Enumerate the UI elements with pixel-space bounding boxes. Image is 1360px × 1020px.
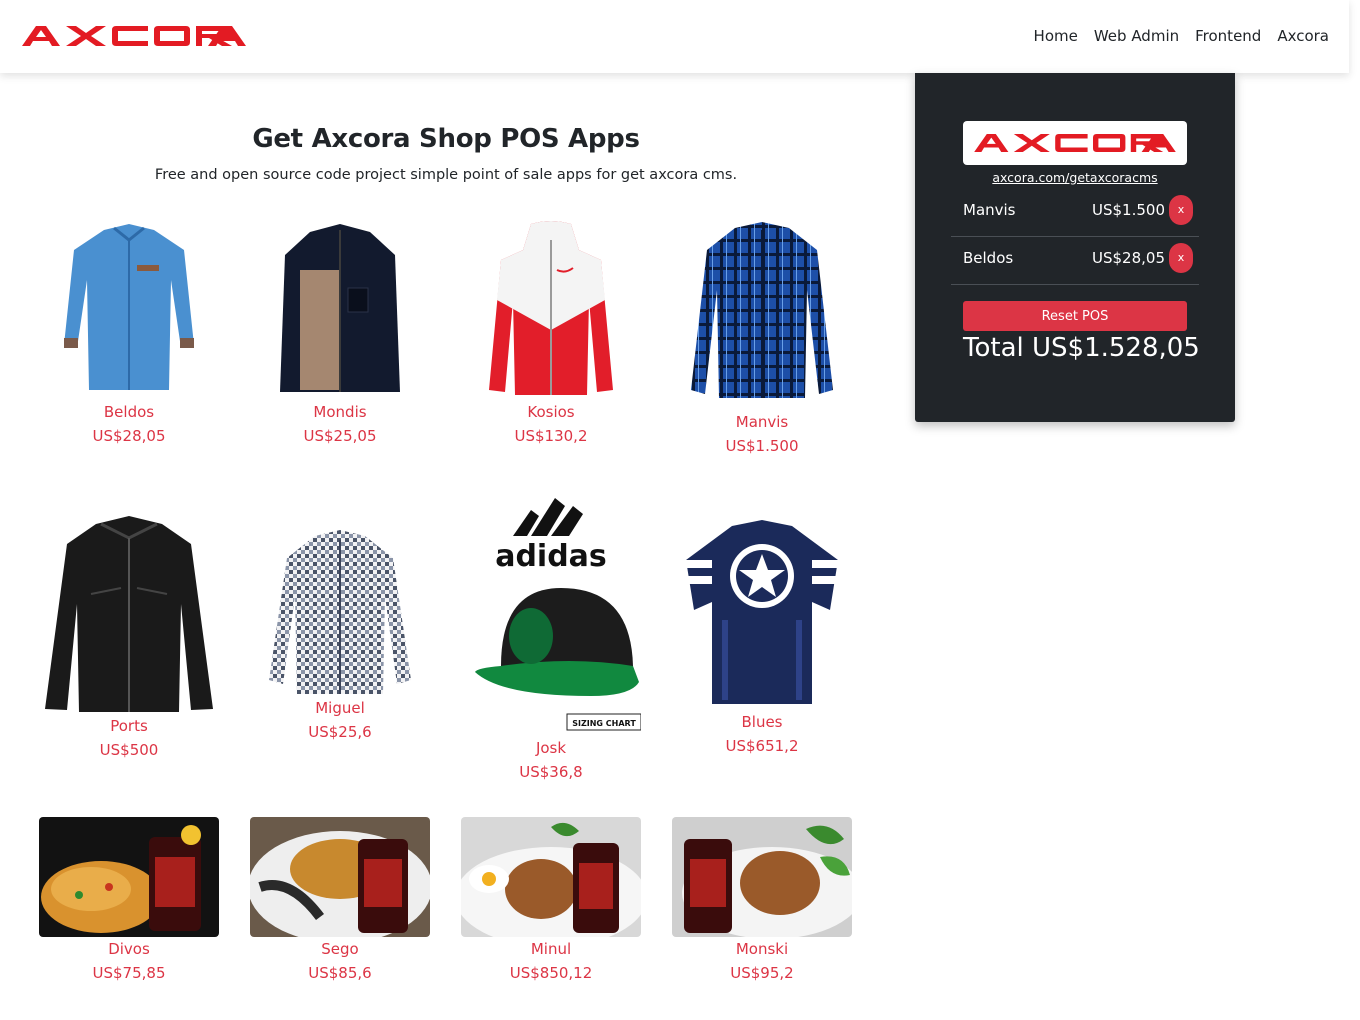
fried-rice-cola-image xyxy=(39,817,219,937)
product-name: Miguel xyxy=(315,699,365,717)
product-price: US$25,05 xyxy=(303,427,377,445)
nav-link-home[interactable]: Home xyxy=(1034,27,1078,45)
nav-link-frontend[interactable]: Frontend xyxy=(1195,27,1261,45)
page-subtitle: Free and open source code project simple… xyxy=(154,167,738,183)
product-card-ports[interactable]: Ports US$500 xyxy=(34,514,224,762)
cart-item-name: Beldos xyxy=(963,249,1014,267)
adidas-cap-image: adidas SIZING CHART xyxy=(475,498,641,731)
product-price: US$36,8 xyxy=(519,763,583,781)
nav-links: Home Web Admin Frontend Axcora xyxy=(1034,27,1329,45)
axcora-logo[interactable] xyxy=(22,26,246,50)
product-name: Beldos xyxy=(103,403,155,421)
product-price: US$25,6 xyxy=(308,723,372,741)
product-card-divos[interactable]: Divos US$75,85 xyxy=(34,817,224,985)
product-card-blues[interactable]: Blues US$651,2 xyxy=(667,520,857,758)
cart-item: Beldos US$28,05 x xyxy=(951,237,1199,285)
cart-item-name: Manvis xyxy=(963,201,1016,219)
reset-pos-button[interactable]: Reset POS xyxy=(963,301,1187,331)
product-card-sego[interactable]: Sego US$85,6 xyxy=(245,817,435,985)
red-windbreaker-image xyxy=(489,221,613,395)
product-name: Sego xyxy=(321,940,359,958)
leather-jacket-image xyxy=(45,516,213,712)
remove-item-button[interactable]: x xyxy=(1169,243,1193,273)
product-name: Mondis xyxy=(313,403,367,421)
product-price: US$85,6 xyxy=(308,964,372,982)
adidas-text: adidas xyxy=(495,539,607,574)
check-shirt-image xyxy=(269,530,411,694)
product-card-manvis[interactable]: Manvis US$1.500 xyxy=(667,220,857,458)
star-tshirt-image xyxy=(686,520,838,704)
product-price: US$28,05 xyxy=(92,427,166,445)
product-name: Minul xyxy=(530,940,572,958)
product-price: US$500 xyxy=(99,741,159,759)
pos-panel: axcora.com/getaxcoracms Manvis US$1.500 … xyxy=(915,73,1235,422)
brown-jacket-image xyxy=(280,224,400,392)
product-price: US$75,85 xyxy=(92,964,166,982)
product-name: Ports xyxy=(110,717,148,735)
product-name: Kosios xyxy=(527,403,575,421)
product-card-kosios[interactable]: Kosios US$130,2 xyxy=(456,220,646,448)
product-name: Monski xyxy=(735,940,789,958)
cart-item-price: US$1.500 xyxy=(1092,201,1165,219)
sizing-chart-text: SIZING CHART xyxy=(572,719,636,728)
product-card-mondis[interactable]: Mondis US$25,05 xyxy=(245,220,435,448)
product-price: US$651,2 xyxy=(725,737,799,755)
product-name: Manvis xyxy=(735,413,789,431)
product-card-minul[interactable]: Minul US$850,12 xyxy=(456,817,646,985)
rice-egg-cola-image xyxy=(461,817,641,937)
navbar: Home Web Admin Frontend Axcora xyxy=(0,0,1349,73)
product-card-miguel[interactable]: Miguel US$25,6 xyxy=(245,530,435,744)
product-card-beldos[interactable]: Beldos US$28,05 xyxy=(34,220,224,448)
remove-item-button[interactable]: x xyxy=(1169,195,1193,225)
cart-item-price: US$28,05 xyxy=(1092,249,1165,267)
nav-link-web-admin[interactable]: Web Admin xyxy=(1094,27,1179,45)
noodles-cola-image xyxy=(250,817,430,937)
get-axcora-link[interactable]: axcora.com/getaxcoracms xyxy=(915,170,1235,185)
product-price: US$1.500 xyxy=(725,437,799,455)
rice-plate-cola-image xyxy=(672,817,852,937)
blue-shirt-image xyxy=(64,224,194,390)
pos-logo xyxy=(963,121,1187,165)
cart-item: Manvis US$1.500 x xyxy=(951,189,1199,237)
product-price: US$95,2 xyxy=(730,964,794,982)
page-title: Get Axcora Shop POS Apps xyxy=(252,124,640,154)
product-price: US$130,2 xyxy=(514,427,588,445)
cart-total: Total US$1.528,05 xyxy=(963,333,1200,363)
product-card-josk[interactable]: adidas SIZING CHART Josk US$36,8 xyxy=(456,496,646,784)
nav-link-axcora[interactable]: Axcora xyxy=(1277,27,1329,45)
product-name: Divos xyxy=(108,940,150,958)
product-name: Josk xyxy=(535,739,567,757)
product-price: US$850,12 xyxy=(509,964,593,982)
plaid-shirt-image xyxy=(691,222,833,398)
product-name: Blues xyxy=(741,713,783,731)
product-card-monski[interactable]: Monski US$95,2 xyxy=(667,817,857,985)
